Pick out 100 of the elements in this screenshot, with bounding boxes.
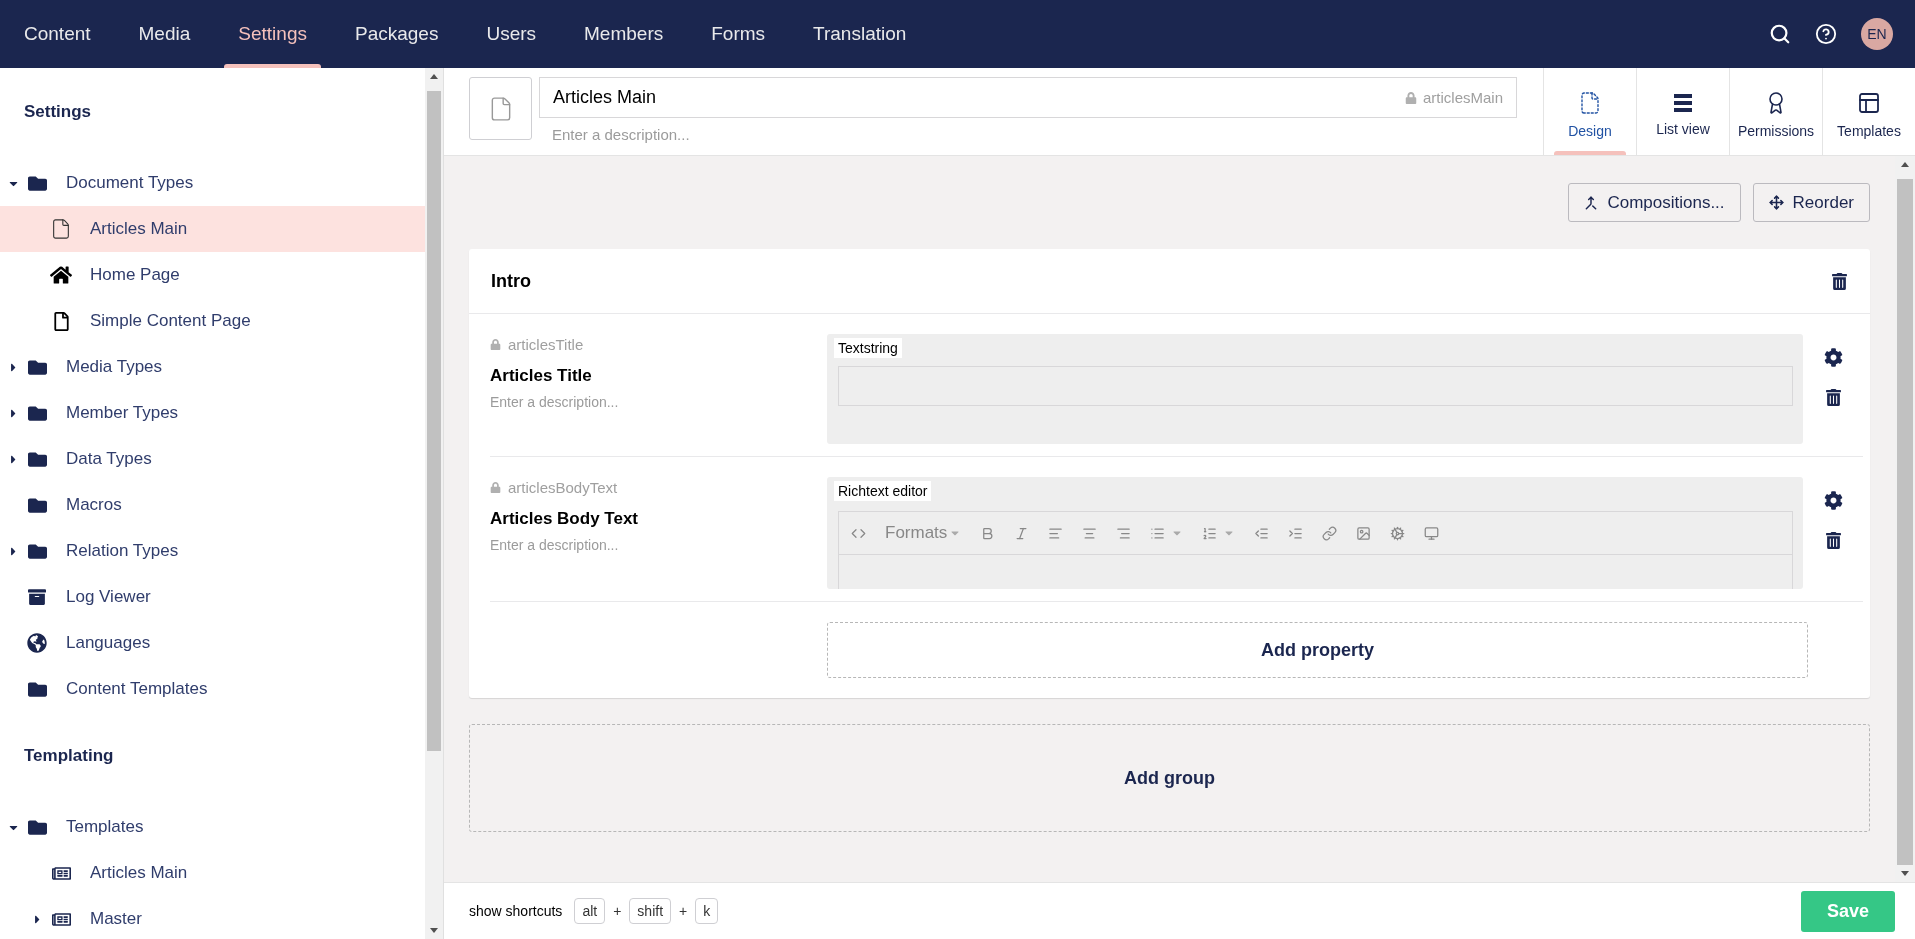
merge-icon: [1584, 195, 1599, 210]
view-tab[interactable]: Templates: [1822, 68, 1915, 155]
search-icon[interactable]: [1769, 23, 1791, 45]
action-button[interactable]: Reorder: [1752, 183, 1870, 222]
numbered-list-icon[interactable]: [1202, 525, 1218, 541]
property-name: Articles Title: [490, 366, 593, 386]
tree-item-label: Articles Main: [90, 219, 188, 239]
folder-icon: [27, 817, 47, 837]
lock-icon: [490, 338, 501, 350]
add-group-button[interactable]: Add group: [469, 724, 1870, 832]
tree-item[interactable]: Macros: [0, 482, 425, 528]
group-title: Intro: [491, 270, 531, 292]
folder-icon: [27, 357, 47, 377]
align-center-icon[interactable]: [1082, 525, 1098, 541]
tree-item-label: Templates: [66, 817, 144, 837]
plus-sign: +: [613, 903, 622, 919]
image-icon[interactable]: [1356, 525, 1372, 541]
tree-item-label: Languages: [66, 633, 151, 653]
tree-item[interactable]: Simple Content Page: [0, 298, 425, 344]
trash-icon[interactable]: [1824, 532, 1842, 549]
nav-tab[interactable]: Forms: [687, 0, 790, 68]
property-name: Articles Body Text: [490, 509, 639, 529]
property-alias: articlesTitle: [508, 335, 584, 353]
tree-item[interactable]: Content Templates: [0, 666, 425, 712]
alias-label: articlesMain: [1422, 89, 1503, 106]
description-field[interactable]: Enter a description...: [490, 537, 827, 553]
folder-icon: [27, 679, 47, 699]
tree-item[interactable]: Articles Main: [0, 850, 425, 896]
tree-item[interactable]: Articles Main: [0, 206, 425, 252]
tree-item[interactable]: Relation Types: [0, 528, 425, 574]
nav-tab[interactable]: Settings: [214, 0, 331, 68]
editor-label: Textstring: [834, 338, 902, 358]
trash-icon[interactable]: [1831, 272, 1848, 290]
tree-item[interactable]: Templates: [0, 804, 425, 850]
view-tab[interactable]: Permissions: [1729, 68, 1822, 155]
action-button[interactable]: Compositions...: [1568, 183, 1741, 222]
tree-item[interactable]: Home Page: [0, 252, 425, 298]
outdent-icon[interactable]: [1254, 525, 1270, 541]
folder-icon: [27, 173, 47, 193]
tree-item-label: Home Page: [90, 265, 180, 285]
link-icon[interactable]: [1322, 525, 1338, 541]
folder-icon: [27, 403, 47, 423]
folder-icon: [27, 541, 47, 561]
tree-item-label: Simple Content Page: [90, 311, 251, 331]
help-icon[interactable]: [1815, 23, 1837, 45]
italic-icon[interactable]: [1014, 525, 1030, 541]
property-alias: articlesBodyText: [508, 478, 618, 496]
view-tab[interactable]: List view: [1636, 68, 1729, 155]
nav-tab[interactable]: Media: [114, 0, 215, 68]
list-icon: [1674, 92, 1692, 113]
settings-icon[interactable]: [1823, 491, 1843, 510]
move-icon: [1768, 195, 1784, 210]
lock-icon: [1404, 91, 1417, 104]
nav-tab[interactable]: Members: [560, 0, 688, 68]
tree-item[interactable]: Data Types: [0, 436, 425, 482]
nav-tab[interactable]: Packages: [330, 0, 463, 68]
add-property-button[interactable]: Add property: [827, 622, 1808, 678]
nav-tab[interactable]: Translation: [789, 0, 931, 68]
monitor-icon[interactable]: [1424, 525, 1440, 541]
align-right-icon[interactable]: [1116, 525, 1132, 541]
tree-item[interactable]: Languages: [0, 620, 425, 666]
description-field[interactable]: Enter a description...: [490, 394, 827, 410]
tree-item-label: Master: [90, 909, 142, 929]
document-icon: [51, 311, 71, 331]
tree-item-label: Content Templates: [66, 679, 208, 699]
settings-icon[interactable]: [1823, 348, 1843, 367]
lock-icon: [490, 481, 501, 493]
tree-item[interactable]: Master: [0, 896, 425, 939]
indent-icon[interactable]: [1288, 525, 1304, 541]
tree-item-label: Log Viewer: [66, 587, 151, 607]
document-icon: [50, 218, 72, 240]
tree-item-label: Macros: [66, 495, 122, 515]
tree-item-label: Media Types: [66, 357, 163, 377]
plus-sign: +: [679, 903, 688, 919]
bullet-list-icon[interactable]: [1150, 525, 1166, 541]
keyboard-key: shift: [629, 898, 672, 924]
section-heading: Settings: [23, 101, 93, 123]
user-avatar[interactable]: EN: [1861, 18, 1893, 50]
tree-item-label: Relation Types: [66, 541, 179, 561]
trash-icon[interactable]: [1824, 389, 1842, 406]
tree-item[interactable]: Document Types: [0, 160, 425, 206]
cogs-icon[interactable]: [1390, 525, 1406, 541]
home-icon: [50, 264, 72, 286]
editor-label: Richtext editor: [834, 481, 932, 501]
folder-icon: [27, 495, 47, 515]
tree-item-label: Data Types: [66, 449, 152, 469]
icon-picker[interactable]: [469, 77, 532, 140]
tree-item[interactable]: Log Viewer: [0, 574, 425, 620]
tree-item[interactable]: Media Types: [0, 344, 425, 390]
nav-tab[interactable]: Content: [0, 0, 115, 68]
tree-item-label: Member Types: [66, 403, 179, 423]
keyboard-key: alt: [574, 898, 606, 924]
view-tab[interactable]: Design: [1543, 68, 1636, 155]
folder-icon: [27, 449, 47, 469]
tree-item-label: Document Types: [66, 173, 194, 193]
align-left-icon[interactable]: [1048, 525, 1064, 541]
nav-tab[interactable]: Users: [462, 0, 561, 68]
section-heading: Templating: [23, 745, 115, 767]
tree-item[interactable]: Member Types: [0, 390, 425, 436]
scrollbar[interactable]: [425, 68, 443, 939]
